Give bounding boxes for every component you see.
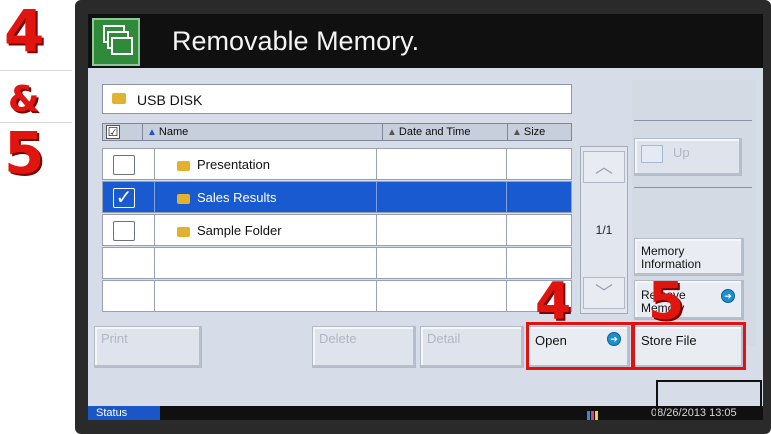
folder-icon (177, 161, 190, 171)
table-header: ☑ ▲ Name ▲ Date and Time ▲ Size (102, 123, 572, 141)
title-bar: Removable Memory. (88, 14, 763, 68)
table-row[interactable]: ✓ Sales Results (102, 181, 572, 213)
scroll-panel: ︿ 1/1 ﹀ (580, 146, 628, 314)
file-name: Sales Results (197, 190, 277, 205)
folder-icon (177, 227, 190, 237)
up-button[interactable]: Up (634, 138, 742, 176)
date-cell (377, 149, 507, 179)
name-cell (155, 281, 377, 311)
annotation-step-4: 4 (4, 0, 45, 65)
file-name: Presentation (197, 157, 270, 172)
divider (634, 120, 752, 121)
name-cell (155, 248, 377, 278)
checkbox-cell (103, 281, 155, 311)
folder-icon (112, 93, 126, 104)
memory-info-line2: Information (641, 257, 702, 271)
date-cell (377, 215, 507, 245)
date-cell (377, 248, 507, 278)
path-bar: USB DISK (102, 84, 572, 114)
datetime-highlight-box (656, 380, 762, 420)
divider (634, 187, 752, 188)
panel-screen: Removable Memory. USB DISK ☑ ▲ Name ▲ Date… (88, 14, 763, 420)
table-row[interactable]: Sample Folder (102, 214, 572, 246)
file-name: Sample Folder (197, 223, 282, 238)
page-indicator: 1/1 (595, 223, 613, 237)
table-row[interactable]: Presentation (102, 148, 572, 180)
status-button[interactable]: Status (88, 406, 160, 420)
annotation-ampersand: & (8, 79, 40, 120)
delete-button[interactable]: Delete (312, 326, 416, 368)
print-button[interactable]: Print (94, 326, 202, 368)
arrow-right-icon: ➔ (721, 289, 735, 303)
column-size-label: Size (523, 126, 546, 138)
store-step-marker: 5 (648, 272, 685, 332)
scroll-down-button[interactable]: ﹀ (583, 277, 625, 309)
select-all-checkbox[interactable]: ☑ (106, 125, 120, 139)
column-name-label: Name (158, 126, 189, 138)
table-row (102, 247, 572, 279)
up-button-label: Up (673, 145, 690, 160)
checkbox-cell (103, 248, 155, 278)
column-size[interactable]: ▲ Size (508, 124, 571, 140)
up-folder-icon (641, 145, 663, 163)
annotation-divider (0, 70, 72, 71)
open-step-marker: 4 (535, 272, 572, 332)
column-date-label: Date and Time (398, 126, 471, 138)
folder-icon (177, 194, 190, 204)
scroll-up-button[interactable]: ︿ (583, 151, 625, 183)
sort-icon: ▲ (512, 127, 522, 138)
page-title: Removable Memory. (172, 26, 420, 56)
row-checkbox[interactable]: ✓ (113, 188, 135, 208)
sort-ascending-icon: ▲ (147, 127, 157, 138)
sort-icon: ▲ (387, 127, 397, 138)
toner-level-icon (587, 408, 601, 420)
date-cell (377, 182, 507, 212)
removable-memory-icon (92, 18, 140, 66)
memory-information-button[interactable]: Memory Information (634, 238, 744, 276)
column-name[interactable]: ▲ Name (143, 124, 383, 140)
select-all-cell[interactable]: ☑ (103, 124, 143, 140)
date-cell (377, 281, 507, 311)
column-date[interactable]: ▲ Date and Time (383, 124, 508, 140)
row-checkbox[interactable] (113, 221, 135, 241)
annotation-step-5: 5 (4, 119, 45, 187)
table-row (102, 280, 572, 312)
row-checkbox[interactable] (113, 155, 135, 175)
detail-button[interactable]: Detail (420, 326, 524, 368)
